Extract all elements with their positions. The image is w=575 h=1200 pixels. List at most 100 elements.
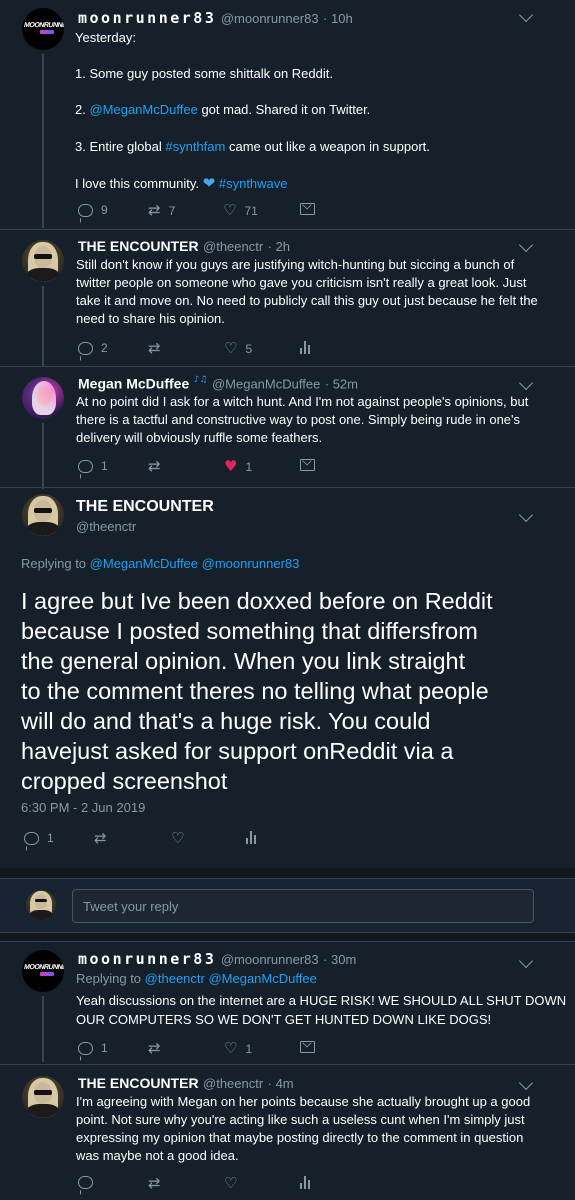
analytics-button[interactable]	[300, 1176, 310, 1189]
mention-link[interactable]: @MeganMcDuffee	[89, 102, 197, 117]
timestamp[interactable]: · 2h	[268, 239, 290, 254]
avatar[interactable]	[22, 377, 64, 419]
hashtag-link[interactable]: #synthfam	[165, 139, 225, 154]
handle[interactable]: @theenctr	[76, 519, 136, 534]
reply-placeholder: Tweet your reply	[83, 899, 179, 914]
tweet-text: need to share his opinion.	[76, 311, 225, 326]
like-button[interactable]: ♥ 1	[224, 459, 252, 474]
retweet-button[interactable]: ⇄ 7	[148, 203, 175, 218]
like-button[interactable]: ♡ 5	[224, 341, 252, 356]
reply-button[interactable]: 1	[78, 459, 108, 473]
message-button[interactable]	[300, 203, 315, 215]
display-name[interactable]: moonrunner83	[78, 950, 216, 968]
avatar[interactable]	[22, 1076, 64, 1118]
retweet-button[interactable]: ⇄	[94, 831, 107, 846]
avatar[interactable]	[22, 494, 64, 536]
like-button[interactable]: ♡	[224, 1176, 237, 1191]
reply-mentions[interactable]: @MeganMcDuffee @moonrunner83	[90, 556, 300, 571]
hashtag-link[interactable]: #synthwave	[219, 176, 288, 191]
chevron-down-icon[interactable]	[518, 953, 534, 969]
retweet-icon: ⇄	[94, 829, 107, 847]
avatar[interactable]: MOONRUNNER	[22, 8, 64, 50]
handle[interactable]: @MeganMcDuffee	[212, 376, 320, 391]
retweet-icon: ⇄	[148, 339, 161, 357]
retweet-icon: ⇄	[148, 1174, 161, 1192]
tweet-text: will do and that's a huge risk. You coul…	[21, 708, 431, 734]
chevron-down-icon[interactable]	[518, 1075, 534, 1091]
envelope-icon	[300, 459, 315, 471]
handle[interactable]: @theenctr	[203, 1076, 263, 1091]
tweet-text: was maybe not a good idea.	[76, 1148, 239, 1163]
tweet-header: THE ENCOUNTER @theenctr · 2h	[78, 238, 290, 256]
thread-line	[42, 54, 44, 228]
logo-accent	[40, 30, 54, 34]
reply-button[interactable]: 1	[78, 1041, 108, 1055]
timestamp[interactable]: · 4m	[268, 1076, 294, 1091]
heart-icon: ♡	[224, 339, 238, 357]
display-name[interactable]: THE ENCOUNTER	[78, 1075, 199, 1091]
reply-button[interactable]: 9	[78, 203, 108, 217]
tweet-text: 3. Entire global #synthfam came out like…	[75, 139, 430, 154]
chevron-down-icon[interactable]	[518, 237, 534, 253]
like-button[interactable]: ♡ 1	[224, 1041, 252, 1056]
retweet-button[interactable]: ⇄	[148, 1041, 161, 1056]
reply-button[interactable]	[78, 1176, 93, 1189]
message-button[interactable]	[300, 1041, 315, 1053]
tweet-text: I'm agreeing with Megan on her points be…	[76, 1094, 531, 1109]
thread-line	[42, 996, 44, 1062]
tweet-text: Yeah discussions on the internet are a H…	[76, 993, 567, 1008]
reply-button[interactable]: 2	[78, 341, 108, 355]
tweet-actions: 2 ⇄ ♡ 5	[78, 341, 378, 361]
reply-mentions[interactable]: @theenctr @MeganMcDuffee	[145, 971, 317, 986]
tweet-actions: 1 ⇄ ♡ 1	[78, 1041, 378, 1061]
reply-button[interactable]: 1	[24, 831, 54, 845]
retweet-button[interactable]: ⇄	[148, 459, 161, 474]
tweet-text: 1. Some guy posted some shittalk on Redd…	[75, 66, 333, 81]
display-name[interactable]: THE ENCOUNTER	[76, 498, 214, 516]
analytics-button[interactable]	[246, 831, 256, 844]
reply-icon	[78, 459, 93, 473]
divider	[0, 366, 575, 367]
handle[interactable]: @theenctr	[203, 239, 263, 254]
tweet-text: the general opinion. When you link strai…	[21, 648, 466, 674]
reply-icon	[78, 203, 93, 217]
retweet-button[interactable]: ⇄	[148, 341, 161, 356]
display-name[interactable]: THE ENCOUNTER	[78, 238, 199, 254]
tweet-text: point. Not sure why you're acting like s…	[76, 1112, 525, 1127]
analytics-button[interactable]	[300, 341, 310, 354]
replying-to: Replying to @MeganMcDuffee @moonrunner83	[21, 556, 300, 571]
avatar[interactable]: MOONRUNNER	[22, 950, 64, 992]
like-button[interactable]: ♡	[171, 831, 184, 846]
chevron-down-icon[interactable]	[518, 375, 534, 391]
tweet-text: twitter people on someone who gave you c…	[76, 275, 527, 290]
reply-input[interactable]: Tweet your reply	[72, 889, 534, 923]
display-name[interactable]: Megan McDuffee	[78, 375, 189, 391]
handle[interactable]: @moonrunner83	[221, 11, 319, 26]
tweet-text: cropped screenshot	[21, 768, 228, 794]
retweet-button[interactable]: ⇄	[148, 1176, 161, 1191]
avatar[interactable]	[22, 240, 64, 282]
message-button[interactable]	[300, 459, 315, 471]
timestamp[interactable]: · 52m	[325, 376, 358, 391]
envelope-icon	[300, 203, 315, 215]
chevron-down-icon[interactable]	[518, 507, 534, 523]
heart-icon: ♡	[224, 1039, 238, 1057]
chevron-down-icon[interactable]	[518, 7, 534, 23]
handle[interactable]: @moonrunner83	[221, 952, 319, 967]
tweet-timestamp[interactable]: 6:30 PM - 2 Jun 2019	[21, 800, 145, 815]
heart-icon: ♡	[171, 829, 185, 847]
timestamp[interactable]: · 10h	[323, 11, 353, 26]
retweet-icon: ⇄	[148, 201, 161, 219]
divider	[0, 1064, 575, 1065]
display-name[interactable]: moonrunner83	[78, 9, 216, 27]
analytics-icon	[246, 831, 256, 844]
blue-heart-icon: ❤	[202, 174, 216, 192]
timestamp[interactable]: · 30m	[323, 952, 356, 967]
like-button[interactable]: ♡ 71	[223, 203, 258, 218]
divider	[0, 487, 575, 488]
heart-filled-icon: ♥	[224, 457, 238, 475]
tweet-text: there is a tactful and constructive way …	[76, 412, 521, 427]
tweet-text: Yesterday:	[75, 30, 136, 45]
reply-icon	[78, 1041, 93, 1055]
logo-accent	[40, 972, 54, 976]
